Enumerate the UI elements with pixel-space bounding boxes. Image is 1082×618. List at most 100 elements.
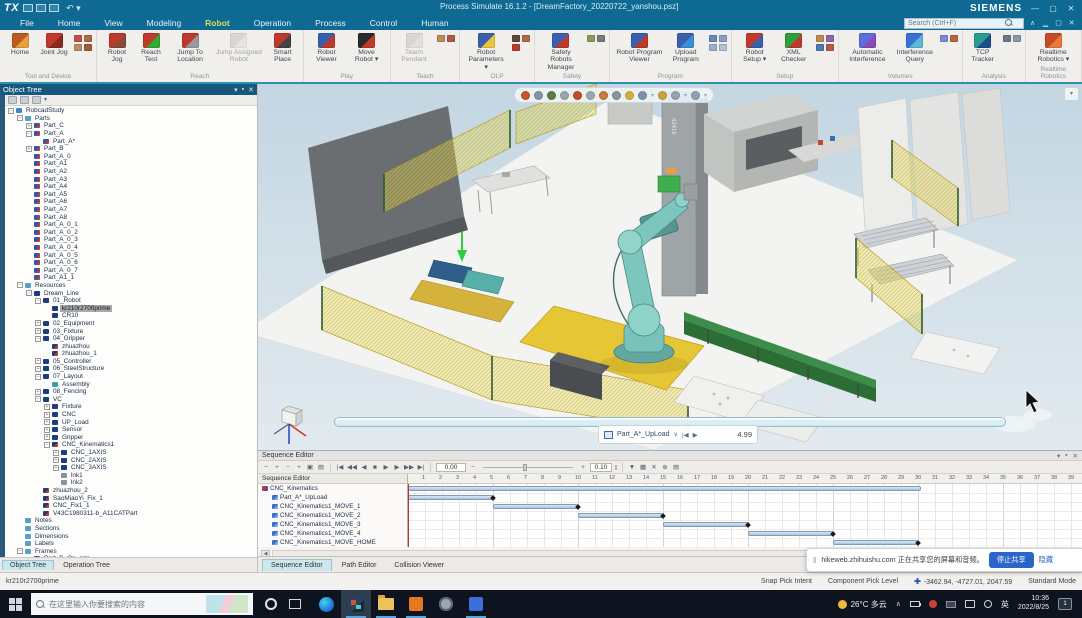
robot-setup-button[interactable]: Robot Setup ▾ <box>736 32 774 65</box>
window-icon[interactable] <box>36 4 46 12</box>
tree-item-part-a4[interactable]: Part_A4 <box>0 183 257 191</box>
tree-item-cnc-fix1-1[interactable]: CNC_Fix1_1 <box>0 502 257 510</box>
zoom-in-icon[interactable]: + <box>295 464 303 471</box>
image-view-icon[interactable] <box>32 96 41 104</box>
play-button[interactable]: ▶ <box>693 431 698 439</box>
tree-item-part-a-0-2[interactable]: Part_A_0_2 <box>0 229 257 237</box>
gantt-bar-cnc-kinematics1-move-3[interactable] <box>663 522 748 527</box>
sequence-row-cnc-kinematics1-move-2[interactable]: CNC_Kinematics1_MOVE_2 <box>258 511 407 520</box>
tree-item-part-a1-1[interactable]: Part_A1_1 <box>0 274 257 282</box>
tree-item-05-controller[interactable]: +05_Controller <box>0 358 257 366</box>
tree-item-part-b[interactable]: +Part_B <box>0 145 257 153</box>
sequence-row-part-a-upload[interactable]: Part_A*_UpLoad <box>258 493 407 502</box>
menu-process[interactable]: Process <box>303 18 358 28</box>
layers-icon[interactable] <box>671 91 680 100</box>
cut-icon[interactable]: ✕ <box>650 463 658 471</box>
small-tool-icon[interactable] <box>84 35 92 42</box>
expander-icon[interactable]: + <box>26 146 32 152</box>
gantt-bar-cnc-kinematics1-move-4[interactable] <box>748 531 833 536</box>
jump-to-location-button[interactable]: Jump To Location <box>169 32 211 65</box>
fit-view-icon[interactable] <box>573 91 582 100</box>
view-options-dropdown-icon[interactable]: ▾ <box>44 96 47 104</box>
close-button[interactable]: ✕ <box>1066 4 1076 13</box>
expander-icon[interactable]: − <box>26 290 32 296</box>
play-icon[interactable]: ▶ <box>382 463 390 471</box>
tree-item-lnk1[interactable]: lnk1 <box>0 472 257 480</box>
tree-item-03-fixture[interactable]: +03_Fixture <box>0 327 257 335</box>
fast-backward-icon[interactable]: ◀◀ <box>347 463 357 471</box>
tree-item-part-a2[interactable]: Part_A2 <box>0 168 257 176</box>
tab-operation-tree[interactable]: Operation Tree <box>56 561 117 570</box>
small-tool-icon[interactable] <box>816 44 824 51</box>
tab-path-editor[interactable]: Path Editor <box>334 560 385 571</box>
tablet-icon[interactable] <box>946 601 956 608</box>
tab-collision-viewer[interactable]: Collision Viewer <box>386 560 452 571</box>
print-icon[interactable]: ▤ <box>672 463 680 471</box>
tree-item-part-a7[interactable]: Part_A7 <box>0 206 257 214</box>
tree-item-part-a-0-5[interactable]: Part_A_0_5 <box>0 251 257 259</box>
sequence-row-cnc-kinematics1-move-home[interactable]: CNC_Kinematics1_MOVE_HOME <box>258 538 407 547</box>
tree-item-saomiaoyi-fix-1[interactable]: SaoMiaoYi_Fix_1 <box>0 494 257 502</box>
tree-item-cnc-3axis[interactable]: +CNC_3AXIS <box>0 464 257 472</box>
small-tool-icon[interactable] <box>522 35 530 42</box>
tree-item-part-a1[interactable]: Part_A1 <box>0 160 257 168</box>
tree-item-notes[interactable]: Notes <box>0 517 257 525</box>
views-icon[interactable] <box>658 91 667 100</box>
expander-icon[interactable]: − <box>17 548 23 554</box>
expander-icon[interactable]: + <box>53 450 59 456</box>
tree-item-sensor[interactable]: +Sensor <box>0 426 257 434</box>
maximize-button[interactable]: ▢ <box>1048 4 1058 13</box>
toolbar-dropdown-icon[interactable]: ▾ <box>684 92 687 99</box>
small-tool-icon[interactable] <box>950 35 958 42</box>
timeline-zoom-slider[interactable] <box>483 467 573 468</box>
capture-icon[interactable]: ▤ <box>317 463 325 471</box>
expander-icon[interactable]: + <box>44 412 50 418</box>
panel-pin-icon[interactable]: ▪ <box>1065 452 1067 460</box>
interval-input[interactable]: 0.10 <box>590 463 612 472</box>
expander-icon[interactable]: − <box>35 374 41 380</box>
doc-minimize-button[interactable]: ▁ <box>1041 19 1050 27</box>
shaded-icon[interactable] <box>599 91 608 100</box>
filter-icon[interactable]: ▼ <box>628 464 636 471</box>
tree-item-dimensions[interactable]: Dimensions <box>0 532 257 540</box>
tree-item-part-a8[interactable]: Part_A8 <box>0 213 257 221</box>
panel-close-icon[interactable]: ✕ <box>1073 452 1078 460</box>
small-tool-icon[interactable] <box>940 35 948 42</box>
rotate-icon[interactable] <box>560 91 569 100</box>
menu-home[interactable]: Home <box>46 18 93 28</box>
small-tool-icon[interactable] <box>74 35 82 42</box>
tree-item-cnc-1axis[interactable]: +CNC_1AXIS <box>0 449 257 457</box>
menu-file[interactable]: File <box>8 18 46 28</box>
expand-icon[interactable]: + <box>273 464 281 471</box>
expander-icon[interactable]: + <box>44 404 50 410</box>
toolbar-dropdown-icon[interactable]: ▾ <box>651 92 654 99</box>
tree-item-parts[interactable]: −Parts <box>0 115 257 123</box>
small-tool-icon[interactable] <box>447 35 455 42</box>
xml-checker-button[interactable]: XML Checker <box>776 32 812 65</box>
network-icon[interactable] <box>965 600 975 608</box>
tree-item-cnc-2axis[interactable]: +CNC_2AXIS <box>0 456 257 464</box>
tree-item-dream-line[interactable]: −Dream_Line <box>0 289 257 297</box>
toolbar-dropdown-icon[interactable]: ▾ <box>704 92 707 99</box>
gantt-bar-cnc-kinematics1-move-2[interactable] <box>578 513 663 518</box>
tree-item-part-a-0-4[interactable]: Part_A_0_4 <box>0 244 257 252</box>
tree-item-zhuazhou-1[interactable]: zhuazhou_1 <box>0 350 257 358</box>
tree-item-08-fencing[interactable]: +08_Fencing <box>0 388 257 396</box>
tree-item-vc[interactable]: −VC <box>0 396 257 404</box>
tree-item-04-gripper[interactable]: −04_Gripper <box>0 335 257 343</box>
tree-item-part-a5[interactable]: Part_A5 <box>0 191 257 199</box>
expander-icon[interactable]: − <box>17 115 23 121</box>
taskbar-search-input[interactable] <box>49 600 202 609</box>
menu-operation[interactable]: Operation <box>242 18 303 28</box>
tree-item-sections[interactable]: Sections <box>0 525 257 533</box>
sequence-row-cnc-kinematics1-move-3[interactable]: CNC_Kinematics1_MOVE_3 <box>258 520 407 529</box>
panel-chevron-icon[interactable]: ▾ <box>1057 452 1060 460</box>
robot-program-viewer-button[interactable]: Robot Program Viewer <box>614 32 665 65</box>
measure-icon[interactable] <box>625 91 634 100</box>
tree-item-frames[interactable]: −Frames <box>0 547 257 555</box>
search-input[interactable] <box>905 20 1005 27</box>
menu-control[interactable]: Control <box>358 18 409 28</box>
reach-test-button[interactable]: Reach Test <box>135 32 167 65</box>
step-forward-icon[interactable]: ▶ <box>393 463 401 471</box>
slider-plus-icon[interactable]: + <box>579 464 587 471</box>
